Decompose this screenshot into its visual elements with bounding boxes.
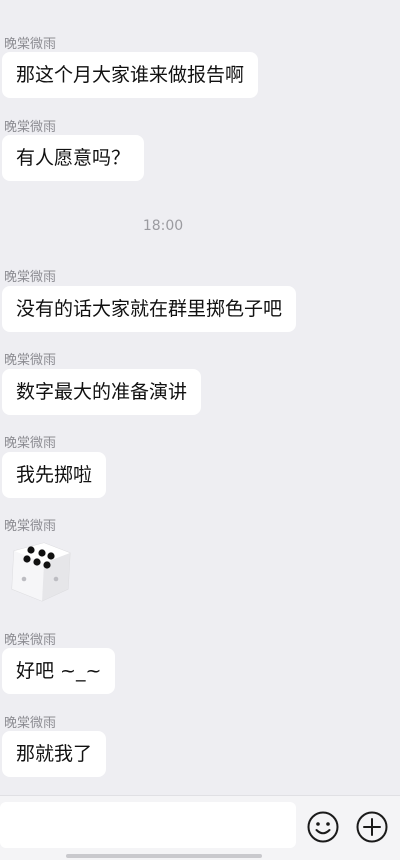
- timestamp: 18:00: [142, 218, 184, 234]
- home-indicator: [66, 854, 262, 858]
- message-input[interactable]: [0, 802, 296, 848]
- sender-name: 晚棠微雨: [4, 716, 57, 731]
- message-bubble[interactable]: 那这个月大家谁来做报告啊: [2, 52, 259, 98]
- smiley-icon[interactable]: [306, 810, 340, 844]
- plus-circle-icon[interactable]: [355, 810, 389, 844]
- sender-name: 晚棠微雨: [4, 37, 57, 52]
- dice-icon[interactable]: [4, 537, 76, 607]
- message-bubble[interactable]: 我先掷啦: [2, 452, 107, 498]
- sender-name: 晚棠微雨: [4, 270, 57, 285]
- sender-name: 晚棠微雨: [4, 633, 57, 648]
- sender-name: 晚棠微雨: [4, 120, 57, 135]
- message-bubble[interactable]: 那就我了: [2, 731, 107, 777]
- message-bubble[interactable]: 没有的话大家就在群里掷色子吧: [2, 286, 297, 332]
- message-bubble[interactable]: 好吧 ~_~: [2, 648, 116, 694]
- message-bubble[interactable]: 有人愿意吗？: [2, 135, 145, 181]
- sender-name: 晚棠微雨: [4, 353, 57, 368]
- sender-name: 晚棠微雨: [4, 436, 57, 451]
- sender-name: 晚棠微雨: [4, 519, 57, 534]
- message-bubble[interactable]: 数字最大的准备演讲: [2, 369, 202, 415]
- chat-area[interactable]: 晚棠微雨 那这个月大家谁来做报告啊 晚棠微雨 有人愿意吗？ 18:00 晚棠微雨…: [0, 0, 400, 795]
- input-bar: [0, 795, 400, 860]
